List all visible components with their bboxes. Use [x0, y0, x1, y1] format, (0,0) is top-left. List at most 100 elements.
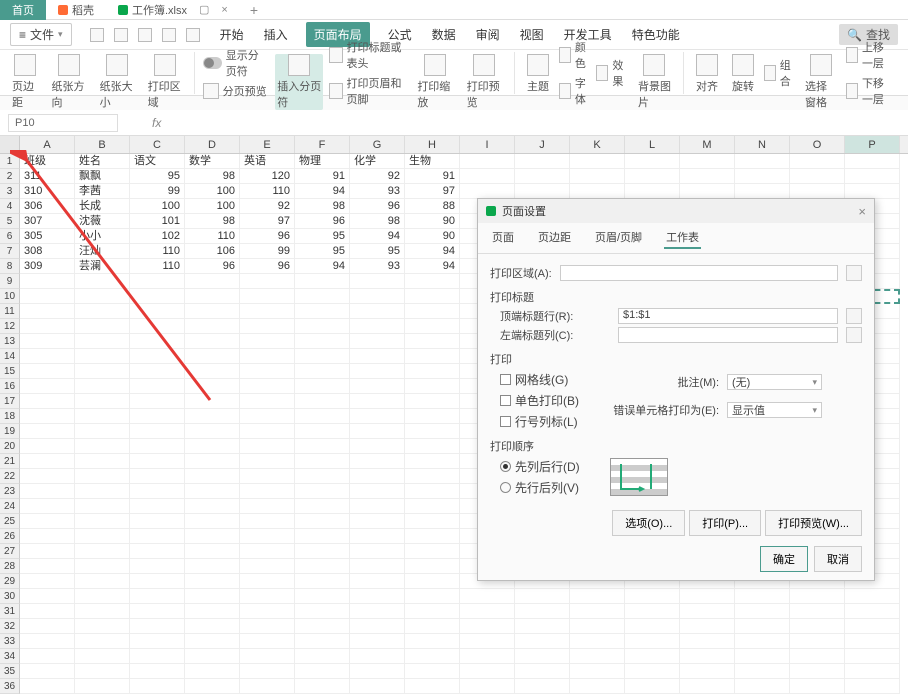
cell-C34[interactable] [130, 649, 185, 664]
cell-E29[interactable] [240, 574, 295, 589]
cell-H21[interactable] [405, 454, 460, 469]
cell-A6[interactable]: 305 [20, 229, 75, 244]
insert-break-button[interactable]: 插入分页符 [275, 54, 323, 110]
cell-K36[interactable] [570, 679, 625, 694]
cell-H6[interactable]: 90 [405, 229, 460, 244]
cell-F15[interactable] [295, 364, 350, 379]
cell-H11[interactable] [405, 304, 460, 319]
cell-C5[interactable]: 101 [130, 214, 185, 229]
cell-D20[interactable] [185, 439, 240, 454]
cell-A28[interactable] [20, 559, 75, 574]
cell-C35[interactable] [130, 664, 185, 679]
cell-F3[interactable]: 94 [295, 184, 350, 199]
print-area-ref-icon[interactable] [846, 265, 862, 281]
cell-E16[interactable] [240, 379, 295, 394]
cell-E17[interactable] [240, 394, 295, 409]
cell-G31[interactable] [350, 604, 405, 619]
print-area-button[interactable]: 打印区域 [144, 54, 186, 110]
row-header-26[interactable]: 26 [0, 529, 20, 544]
cell-H27[interactable] [405, 544, 460, 559]
print-button[interactable]: 打印(P)... [689, 510, 761, 536]
cell-J34[interactable] [515, 649, 570, 664]
col-header-N[interactable]: N [735, 136, 790, 153]
cell-P32[interactable] [845, 619, 900, 634]
effects-button[interactable]: 效果 [596, 57, 628, 89]
cell-E7[interactable]: 99 [240, 244, 295, 259]
cell-G36[interactable] [350, 679, 405, 694]
dialog-close-icon[interactable]: × [858, 204, 866, 219]
row-header-11[interactable]: 11 [0, 304, 20, 319]
cell-B2[interactable]: 飘飘 [75, 169, 130, 184]
cell-C6[interactable]: 102 [130, 229, 185, 244]
cancel-button[interactable]: 取消 [814, 546, 862, 572]
cell-I35[interactable] [460, 664, 515, 679]
cell-F32[interactable] [295, 619, 350, 634]
cell-B1[interactable]: 姓名 [75, 154, 130, 169]
cell-F18[interactable] [295, 409, 350, 424]
cell-H15[interactable] [405, 364, 460, 379]
cell-A21[interactable] [20, 454, 75, 469]
cell-M32[interactable] [680, 619, 735, 634]
cell-G4[interactable]: 96 [350, 199, 405, 214]
cell-H18[interactable] [405, 409, 460, 424]
cell-E27[interactable] [240, 544, 295, 559]
cell-F9[interactable] [295, 274, 350, 289]
cell-B35[interactable] [75, 664, 130, 679]
cell-C27[interactable] [130, 544, 185, 559]
rowcol-checkbox[interactable]: 行号列标(L) [500, 413, 579, 430]
cell-P34[interactable] [845, 649, 900, 664]
cell-A11[interactable] [20, 304, 75, 319]
cell-H2[interactable]: 91 [405, 169, 460, 184]
fx-icon[interactable]: fx [152, 116, 161, 130]
cell-G26[interactable] [350, 529, 405, 544]
ok-button[interactable]: 确定 [760, 546, 808, 572]
cell-D8[interactable]: 96 [185, 259, 240, 274]
cell-E32[interactable] [240, 619, 295, 634]
cell-G33[interactable] [350, 634, 405, 649]
cell-L36[interactable] [625, 679, 680, 694]
row-header-5[interactable]: 5 [0, 214, 20, 229]
cell-C1[interactable]: 语文 [130, 154, 185, 169]
cell-O2[interactable] [790, 169, 845, 184]
tab-add[interactable]: + [240, 2, 268, 18]
cell-O31[interactable] [790, 604, 845, 619]
cell-E24[interactable] [240, 499, 295, 514]
cell-H22[interactable] [405, 469, 460, 484]
cell-F20[interactable] [295, 439, 350, 454]
row-header-18[interactable]: 18 [0, 409, 20, 424]
group-button[interactable]: 组合 [764, 57, 795, 89]
col-header-C[interactable]: C [130, 136, 185, 153]
file-menu[interactable]: ≡ 文件 ▾ [10, 23, 72, 46]
cell-H23[interactable] [405, 484, 460, 499]
cell-A30[interactable] [20, 589, 75, 604]
col-header-P[interactable]: P [845, 136, 900, 153]
cell-M34[interactable] [680, 649, 735, 664]
cell-D4[interactable]: 100 [185, 199, 240, 214]
cell-D13[interactable] [185, 334, 240, 349]
cell-P35[interactable] [845, 664, 900, 679]
cell-H26[interactable] [405, 529, 460, 544]
cell-A18[interactable] [20, 409, 75, 424]
cell-H30[interactable] [405, 589, 460, 604]
cell-B5[interactable]: 沈薇 [75, 214, 130, 229]
cell-C9[interactable] [130, 274, 185, 289]
cell-A27[interactable] [20, 544, 75, 559]
cell-A1[interactable]: 班级 [20, 154, 75, 169]
cell-K32[interactable] [570, 619, 625, 634]
col-header-A[interactable]: A [20, 136, 75, 153]
row-header-7[interactable]: 7 [0, 244, 20, 259]
cell-F30[interactable] [295, 589, 350, 604]
cell-D28[interactable] [185, 559, 240, 574]
cell-A23[interactable] [20, 484, 75, 499]
cell-E10[interactable] [240, 289, 295, 304]
cell-G6[interactable]: 94 [350, 229, 405, 244]
show-breaks-toggle[interactable]: 显示分页符 [203, 47, 270, 79]
cell-A20[interactable] [20, 439, 75, 454]
cell-G8[interactable]: 93 [350, 259, 405, 274]
cell-J2[interactable] [515, 169, 570, 184]
cell-A29[interactable] [20, 574, 75, 589]
cell-B25[interactable] [75, 514, 130, 529]
cell-K30[interactable] [570, 589, 625, 604]
cell-O1[interactable] [790, 154, 845, 169]
col-header-K[interactable]: K [570, 136, 625, 153]
